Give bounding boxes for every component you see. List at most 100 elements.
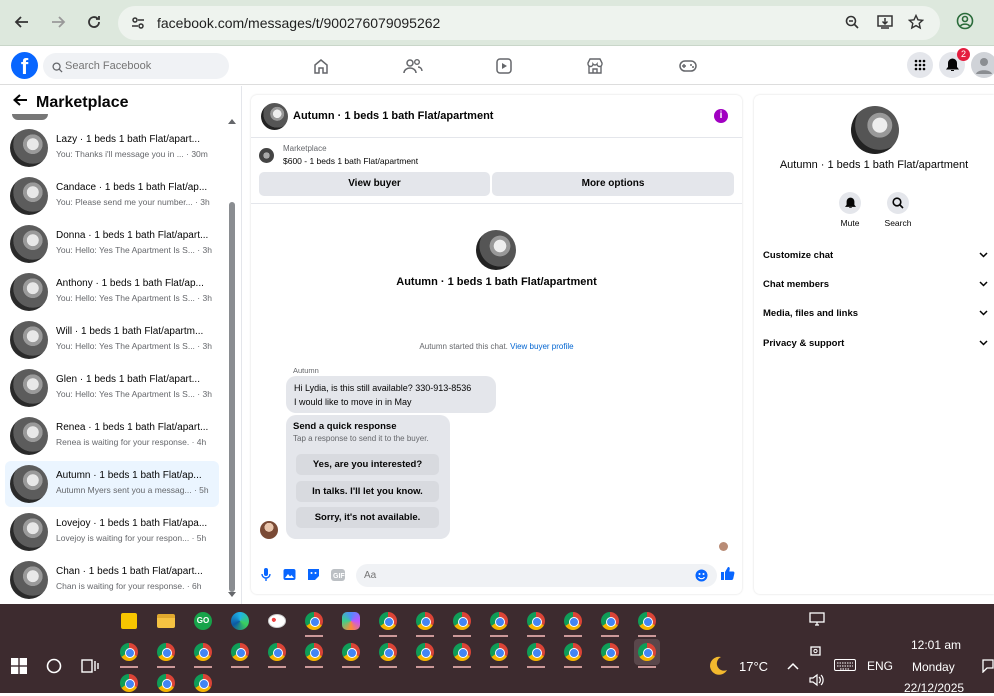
task-view-icon[interactable] [77,653,103,679]
photo-icon[interactable] [283,568,296,586]
chevron-up-icon[interactable] [787,659,799,673]
conversation-item[interactable]: Will · 1 beds 1 bath Flat/apartm... You: … [5,317,219,363]
mute-button[interactable]: Mute [830,192,870,228]
message-input-field[interactable] [356,564,717,587]
zoom-icon[interactable] [844,14,860,35]
conversation-item[interactable]: Anthony · 1 beds 1 bath Flat/ap... You: H… [5,269,219,315]
quick-response-option[interactable]: Sorry, it's not available. [296,507,439,528]
more-options-button[interactable]: More options [492,172,734,196]
conversation-item-active[interactable]: Autumn · 1 beds 1 bath Flat/ap... Autumn … [5,461,219,507]
chrome-icon[interactable] [597,608,623,637]
gaming-icon[interactable] [678,57,698,75]
facebook-search-input[interactable] [65,57,223,75]
chrome-icon[interactable] [116,670,142,696]
app-icon[interactable]: GO [190,608,216,634]
conversation-item[interactable]: Lazy · 1 beds 1 bath Flat/apart... You: T… [5,125,219,171]
menu-grid-icon[interactable] [907,52,933,78]
keyboard-icon[interactable] [834,659,856,674]
conversation-item[interactable]: Chan · 1 beds 1 bath Flat/apart... Chan i… [5,557,219,603]
conversation-scrollbar[interactable] [228,118,236,604]
weather-moon-icon[interactable] [706,654,730,681]
edge-icon[interactable] [227,608,253,634]
file-explorer-icon[interactable] [153,608,179,634]
info-icon[interactable]: i [714,109,728,123]
quick-response-option[interactable]: In talks. I'll let you know. [296,481,439,502]
chrome-icon[interactable] [375,639,401,668]
quick-response-option[interactable]: Yes, are you interested? [296,454,439,475]
language-indicator[interactable]: ENG [867,659,893,673]
chrome-icon[interactable] [486,608,512,637]
chrome-icon[interactable] [560,608,586,637]
privacy-support-row[interactable]: Privacy & support [763,338,988,358]
view-buyer-profile-link[interactable]: View buyer profile [510,342,573,351]
site-settings-icon[interactable] [130,15,146,36]
chrome-icon[interactable] [338,639,364,668]
marketplace-icon[interactable] [586,57,606,75]
forward-icon[interactable] [46,10,70,34]
chrome-icon[interactable] [375,608,401,637]
customize-chat-row[interactable]: Customize chat [763,250,988,270]
chrome-icon[interactable] [190,639,216,668]
chrome-icon[interactable] [153,670,179,696]
search-circle-icon[interactable] [41,653,67,679]
scroll-down-icon[interactable] [228,592,236,598]
chat-members-row[interactable]: Chat members [763,279,988,299]
gif-icon[interactable]: GIF [331,568,345,586]
chrome-icon[interactable] [301,639,327,668]
chrome-icon[interactable] [412,608,438,637]
listing-title[interactable]: $600 - 1 beds 1 bath Flat/apartment [283,156,418,166]
message-input[interactable] [364,567,684,584]
sticker-icon[interactable] [307,568,320,586]
copilot-icon[interactable] [338,608,364,634]
chrome-icon[interactable] [190,670,216,696]
account-avatar[interactable] [971,52,994,78]
facebook-search[interactable] [43,53,229,79]
media-files-links-row[interactable]: Media, files and links [763,308,988,328]
scroll-up-icon[interactable] [228,118,236,124]
url-text[interactable]: facebook.com/messages/t/900276079095262 [157,15,440,31]
chrome-icon[interactable] [227,639,253,668]
chrome-icon-active[interactable] [634,639,660,668]
clock-time[interactable]: 12:01 am [911,638,961,652]
back-icon[interactable] [10,10,34,34]
chrome-icon[interactable] [116,639,142,668]
video-icon[interactable] [495,57,515,75]
back-arrow-icon[interactable] [12,93,28,112]
chrome-icon[interactable] [153,639,179,668]
search-conversation-button[interactable]: Search [878,192,918,228]
emoji-icon[interactable] [695,569,708,587]
install-app-icon[interactable] [876,14,894,35]
scrollbar-thumb[interactable] [229,202,235,592]
like-thumb-icon[interactable] [720,566,735,586]
facebook-logo[interactable]: f [11,52,38,79]
reload-icon[interactable] [82,10,106,34]
chrome-icon[interactable] [523,639,549,668]
chrome-icon[interactable] [301,608,327,637]
home-icon[interactable] [312,57,332,75]
chat-avatar[interactable] [261,103,288,130]
chat-title[interactable]: Autumn · 1 beds 1 bath Flat/apartment [293,110,493,122]
conversation-item[interactable]: Lovejoy · 1 beds 1 bath Flat/apa... Lovej… [5,509,219,555]
chrome-icon[interactable] [597,639,623,668]
clock-day[interactable]: Monday [912,660,955,674]
widgets-icon[interactable] [809,612,825,629]
chrome-icon[interactable] [449,639,475,668]
sticky-notes-icon[interactable] [116,608,142,634]
conversation-item[interactable]: Donna · 1 beds 1 bath Flat/apart... You: … [5,221,219,267]
bookmark-star-icon[interactable] [907,13,925,35]
paint-icon[interactable] [264,608,290,634]
chrome-icon[interactable] [412,639,438,668]
volume-icon[interactable] [809,673,825,690]
chrome-icon[interactable] [486,639,512,668]
chrome-icon[interactable] [634,608,660,637]
chrome-icon[interactable] [449,608,475,637]
conversation-item[interactable]: Candace · 1 beds 1 bath Flat/ap... You: P… [5,173,219,219]
chrome-icon[interactable] [264,639,290,668]
chrome-icon[interactable] [523,608,549,637]
view-buyer-button[interactable]: View buyer [259,172,490,196]
notification-center-icon[interactable] [982,659,994,676]
camera-icon[interactable] [809,644,825,661]
microphone-icon[interactable] [261,568,271,587]
browser-profile-icon[interactable] [956,12,974,35]
address-bar[interactable]: facebook.com/messages/t/900276079095262 [118,6,940,40]
